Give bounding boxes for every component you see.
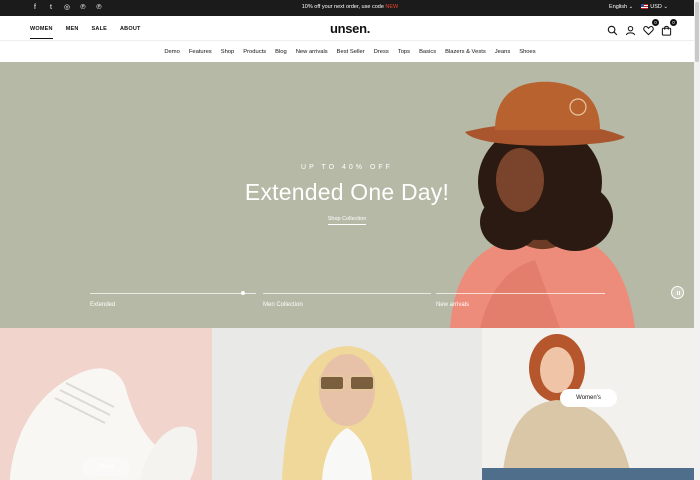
category-tile-women[interactable]: Women's (482, 328, 694, 480)
slide-tab-men-collection[interactable]: Men Collection (263, 290, 431, 310)
wishlist-icon[interactable]: 0 (643, 19, 659, 36)
cart-icon[interactable]: 0 (661, 19, 677, 36)
nav-item-basics[interactable]: Basics (419, 49, 436, 55)
nav-item-features[interactable]: Features (189, 49, 212, 55)
nav-item-demo[interactable]: Demo (164, 49, 179, 55)
hero-content: UP TO 40% OFF Extended One Day! Shop Col… (0, 164, 694, 225)
language-select[interactable]: English ⌄ (609, 4, 633, 10)
nav-item-jeans[interactable]: Jeans (495, 49, 510, 55)
womens-button[interactable]: Women's (560, 389, 617, 407)
promo-text: 10% off your next order, use code (301, 4, 384, 10)
nav-item-shop[interactable]: Shop (221, 49, 235, 55)
shop-collection-button[interactable]: Shop Collection (327, 216, 367, 225)
slide-tab-new-arrivals[interactable]: New arrivals (436, 290, 605, 310)
promo-code[interactable]: NEW (385, 4, 398, 10)
nav-item-tops[interactable]: Tops (398, 49, 410, 55)
slide-tab-extended[interactable]: Extended (90, 290, 258, 310)
site-logo[interactable]: unsen. (0, 21, 700, 36)
category-tile-accessories[interactable] (212, 328, 482, 480)
header-actions: 0 0 (607, 19, 677, 36)
announcement-bar: f t ◎ ℗ ℗ 10% off your next order, use c… (0, 0, 700, 16)
nav-item-best-seller[interactable]: Best Seller (337, 49, 365, 55)
product-card-edge (482, 468, 694, 480)
wishlist-count-badge: 0 (652, 19, 659, 26)
model-sunglasses-image (282, 346, 412, 480)
slide-tab-label: Men Collection (263, 302, 303, 308)
shoes-button[interactable]: Shoes (82, 458, 130, 476)
hero-subtitle: UP TO 40% OFF (301, 164, 393, 171)
scrollbar-thumb[interactable] (695, 2, 699, 62)
nav-item-products[interactable]: Products (243, 49, 266, 55)
nav-item-blog[interactable]: Blog (275, 49, 287, 55)
promo-message: 10% off your next order, use code NEW (0, 4, 700, 10)
nav-item-blazers-vests[interactable]: Blazers & Vests (445, 49, 486, 55)
slide-progress-track (436, 293, 605, 294)
hero-title: Extended One Day! (244, 179, 450, 205)
locale-selectors: English ⌄ USD ⌄ (609, 4, 668, 10)
hero-slider: UP TO 40% OFF Extended One Day! Shop Col… (0, 62, 700, 328)
main-nav: Demo Features Shop Products Blog New arr… (0, 41, 700, 62)
language-label: English (609, 4, 628, 10)
currency-select[interactable]: USD ⌄ (641, 4, 668, 10)
page-scrollbar[interactable] (694, 0, 700, 480)
slide-progress-track (90, 293, 256, 294)
slide-tabs: Extended Men Collection New arrivals (90, 290, 605, 310)
slide-tab-label: New arrivals (436, 302, 470, 308)
nav-item-dress[interactable]: Dress (374, 49, 389, 55)
slide-progress-track (263, 293, 431, 294)
currency-label: USD (650, 4, 662, 10)
slide-progress-indicator (240, 291, 245, 295)
us-flag-icon (641, 4, 649, 10)
search-icon[interactable] (607, 23, 618, 36)
account-icon[interactable] (625, 23, 636, 36)
nav-item-shoes[interactable]: Shoes (519, 49, 535, 55)
site-header: WOMEN MEN SALE ABOUT unsen. 0 0 (0, 16, 700, 41)
cart-count-badge: 0 (670, 19, 677, 26)
nav-item-new-arrivals[interactable]: New arrivals (296, 49, 328, 55)
slide-tab-label: Extended (90, 302, 116, 308)
category-tile-shoes[interactable]: Shoes (0, 328, 212, 480)
pause-button[interactable] (671, 286, 684, 299)
